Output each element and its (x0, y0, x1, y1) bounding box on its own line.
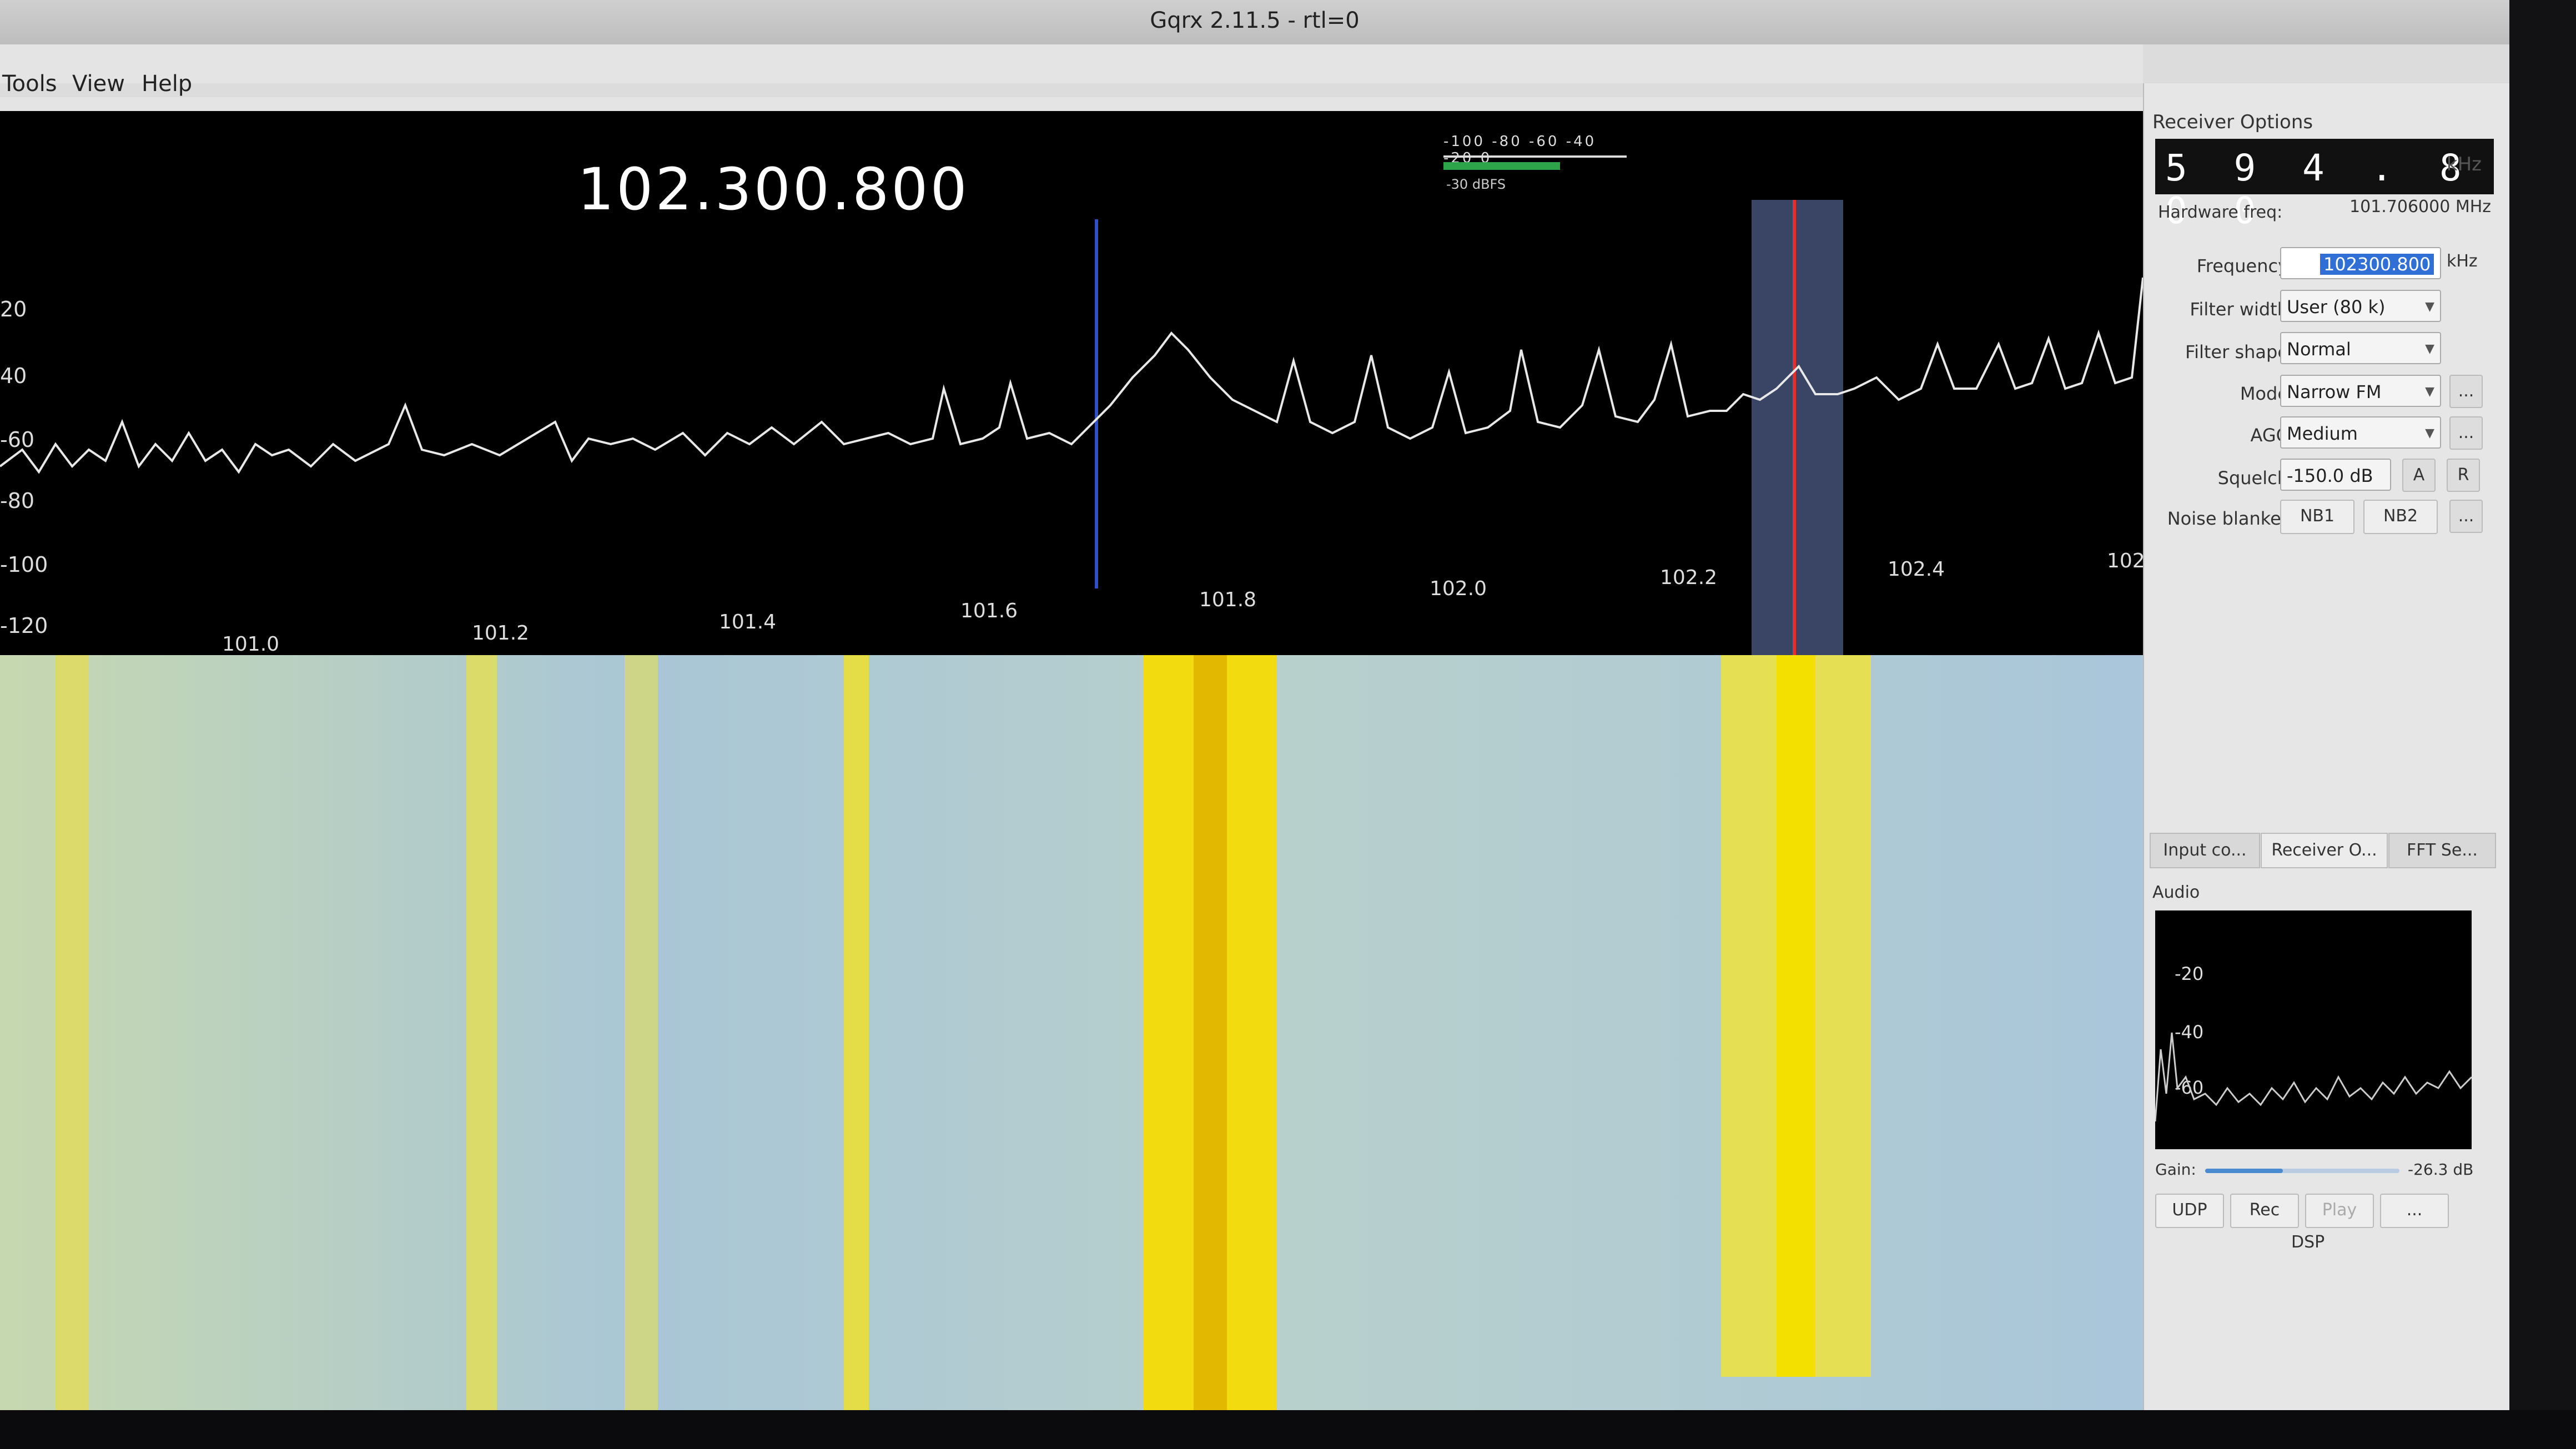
frequency-unit: kHz (2447, 251, 2478, 271)
spectrum-graph (0, 200, 2143, 655)
x-tick-label: 101.0 (222, 633, 280, 656)
squelch-value[interactable]: -150.0 dB (2287, 465, 2373, 486)
chevron-down-icon: ▼ (2425, 342, 2434, 356)
x-tick-label: 101.2 (472, 622, 530, 645)
udp-button[interactable]: UDP (2155, 1194, 2224, 1228)
play-button[interactable]: Play (2305, 1194, 2374, 1228)
x-tick-label: 102.2 (1660, 566, 1718, 589)
agc-value: Medium (2287, 423, 2358, 444)
waterfall-signal-trace (56, 655, 89, 1410)
filter-width-value: User (80 k) (2287, 296, 2386, 318)
menu-view[interactable]: View (72, 71, 125, 97)
frequency-input[interactable]: 102300.800 (2280, 247, 2441, 279)
filter-passband[interactable] (1752, 200, 1843, 655)
x-tick-label: 101.6 (960, 600, 1018, 622)
agc-select[interactable]: Medium ▼ (2280, 416, 2441, 449)
panel-title: Receiver Options (2152, 111, 2313, 133)
title-bar: Gqrx 2.11.5 - rtl=0 (0, 0, 2509, 44)
tab-receiver-options[interactable]: Receiver O... (2261, 833, 2388, 868)
gain-slider-fill (2205, 1169, 2283, 1173)
gqrx-window: Gqrx 2.11.5 - rtl=0 Tools View Help 102.… (0, 0, 2509, 1410)
nb2-button[interactable]: NB2 (2363, 500, 2438, 534)
mode-options-button[interactable]: ... (2449, 375, 2483, 408)
noise-blanker-options-button[interactable]: ... (2449, 500, 2483, 533)
audio-options-button[interactable]: ... (2380, 1194, 2449, 1228)
lcd-unit: kHz (2446, 153, 2482, 175)
filter-shape-label: Filter shape (2185, 341, 2288, 363)
filter-width-label: Filter width (2190, 299, 2288, 320)
squelch-spinbox[interactable]: -150.0 dB (2280, 459, 2391, 491)
menu-bar: Tools View Help (0, 44, 2143, 97)
filter-shape-select[interactable]: Normal ▼ (2280, 332, 2441, 364)
x-tick-label: 101.4 (719, 611, 777, 633)
agc-options-button[interactable]: ... (2449, 416, 2483, 450)
tab-fft-settings[interactable]: FFT Se... (2388, 833, 2496, 868)
waterfall-received-signal-core (1777, 655, 1815, 1377)
mode-select[interactable]: Narrow FM ▼ (2280, 375, 2441, 407)
waterfall-strong-station-core (1194, 655, 1227, 1410)
gain-label: Gain: (2155, 1160, 2196, 1179)
waterfall-signal-trace (625, 655, 658, 1410)
audio-title: Audio (2152, 883, 2200, 902)
tab-input-controls[interactable]: Input co... (2150, 833, 2260, 868)
squelch-label: Squelch (2217, 467, 2288, 489)
filter-shape-value: Normal (2287, 339, 2351, 360)
audio-trace (2155, 1032, 2472, 1122)
audio-gain-row: Gain: -26.3 dB (2155, 1158, 2488, 1191)
chevron-down-icon: ▼ (2425, 426, 2434, 440)
menu-tools[interactable]: Tools (2, 71, 57, 97)
chevron-down-icon: ▼ (2425, 300, 2434, 314)
nb1-button[interactable]: NB1 (2280, 500, 2354, 534)
gain-value: -26.3 dB (2408, 1160, 2474, 1179)
spectrum-plot[interactable]: 102.300.800 -100 -80 -60 -40 -20 0 -30 d… (0, 111, 2145, 656)
filter-width-select[interactable]: User (80 k) ▼ (2280, 290, 2441, 322)
x-tick-label: 102.4 (1888, 558, 1945, 581)
x-tick-label: 102 (2107, 550, 2145, 572)
audio-fft-plot: -20 -40 -60 (2155, 910, 2472, 1149)
chevron-down-icon: ▼ (2425, 385, 2434, 399)
squelch-auto-button[interactable]: A (2402, 459, 2436, 492)
window-title: Gqrx 2.11.5 - rtl=0 (1150, 8, 1360, 33)
waterfall-signal-trace (844, 655, 869, 1410)
frequency-label: Frequency (2196, 255, 2288, 276)
dsp-label: DSP (2291, 1232, 2325, 1252)
menu-help[interactable]: Help (142, 71, 192, 97)
hardware-freq-value: 101.706000 MHz (2349, 197, 2492, 217)
receiver-options-panel: Receiver Options 5 9 4 . 8 0 0 kHz Hardw… (2143, 83, 2509, 1410)
record-button[interactable]: Rec (2230, 1194, 2299, 1228)
noise-blanker-label: Noise blanker (2167, 508, 2288, 529)
mode-value: Narrow FM (2287, 381, 2382, 402)
monitor-bezel-bottom (0, 1410, 2576, 1449)
x-tick-label: 101.8 (1199, 588, 1257, 611)
hardware-freq-label: Hardware freq: (2158, 203, 2283, 222)
frequency-lcd[interactable]: 5 9 4 . 8 0 0 kHz (2155, 139, 2494, 232)
x-tick-label: 102.0 (1430, 577, 1487, 600)
monitor-bezel (2509, 0, 2576, 1449)
waterfall-signal-trace (466, 655, 497, 1410)
squelch-reset-button[interactable]: R (2447, 459, 2480, 492)
gain-slider[interactable] (2205, 1169, 2399, 1173)
waterfall-display[interactable] (0, 655, 2143, 1410)
frequency-input-value[interactable]: 102300.800 (2320, 254, 2434, 275)
